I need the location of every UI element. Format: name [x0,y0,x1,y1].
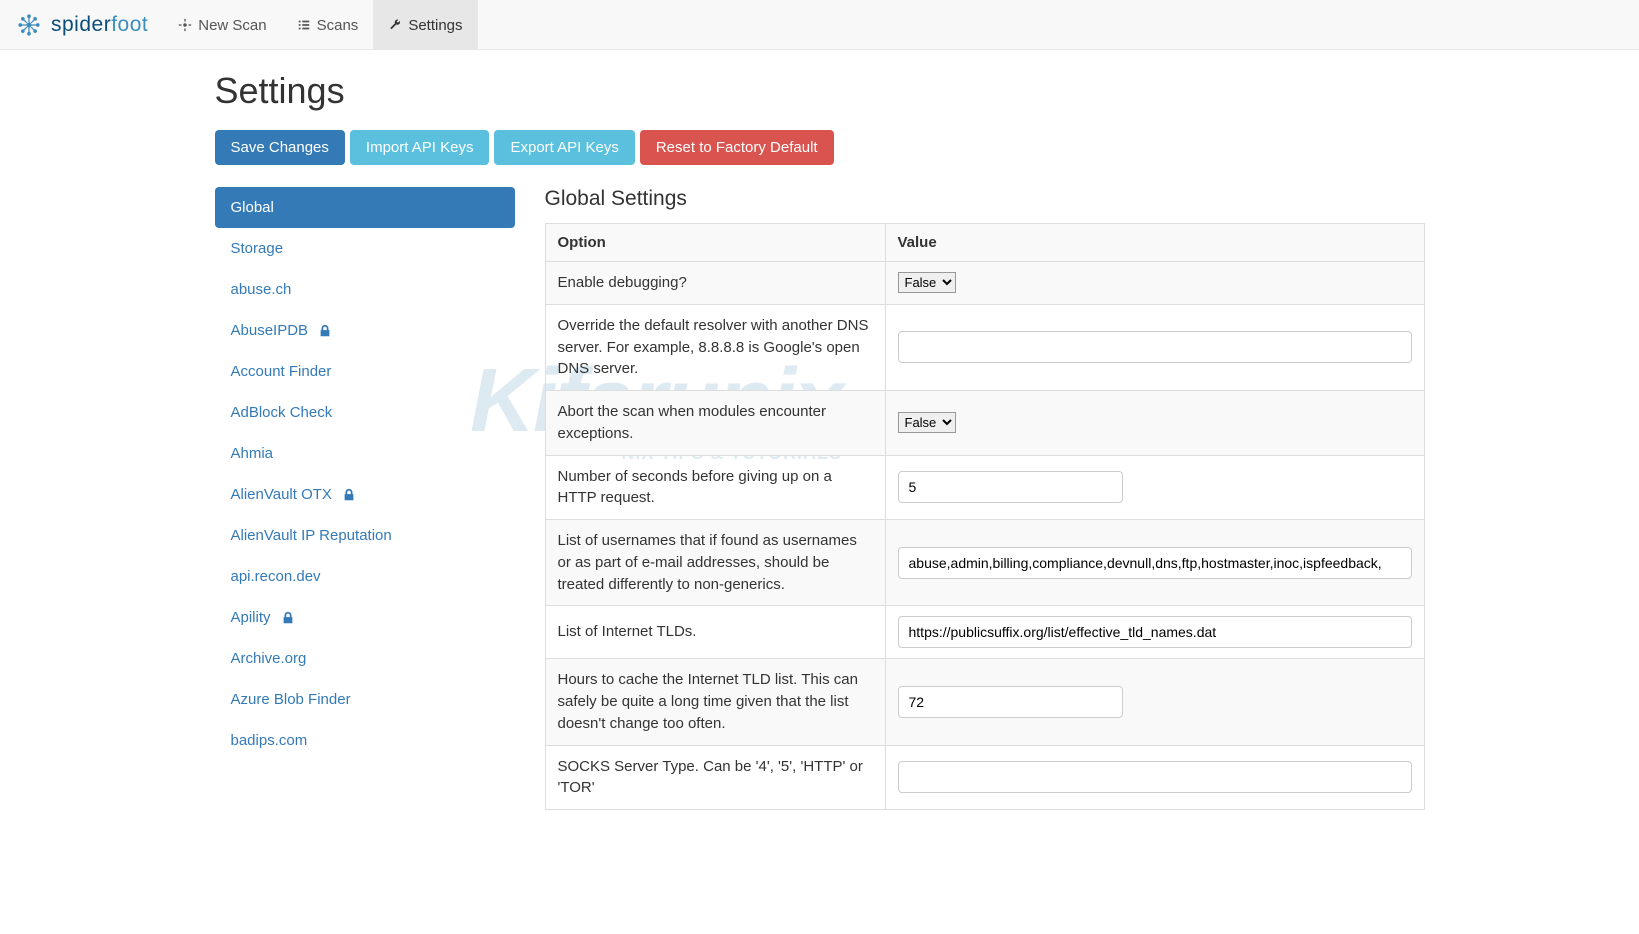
option-header: Option [545,224,885,262]
table-row: Override the default resolver with anoth… [545,304,1424,390]
sidebar-item-archive-org[interactable]: Archive.org [215,638,515,679]
option-cell: Hours to cache the Internet TLD list. Th… [545,659,885,745]
brand-logo-icon [15,11,43,39]
table-row: List of Internet TLDs. [545,606,1424,659]
setting-select[interactable]: FalseTrue [898,272,956,293]
setting-input[interactable] [898,616,1412,648]
option-cell: SOCKS Server Type. Can be '4', '5', 'HTT… [545,745,885,810]
sidebar-item-label: Account Finder [231,363,332,380]
sidebar-item-alienvault-otx[interactable]: AlienVault OTX [215,474,515,515]
table-row: Abort the scan when modules encounter ex… [545,391,1424,456]
settings-table: Option Value Enable debugging? FalseTrue O… [545,223,1425,810]
sidebar-item-storage[interactable]: Storage [215,228,515,269]
value-header: Value [885,224,1424,262]
wrench-icon [388,18,402,32]
list-icon [297,18,311,32]
option-cell: Override the default resolver with anoth… [545,304,885,390]
sidebar-item-label: AlienVault OTX [231,486,332,503]
sidebar-item-adblock-check[interactable]: AdBlock Check [215,392,515,433]
lock-icon [318,324,332,338]
sidebar-item-alienvault-ip-reputation[interactable]: AlienVault IP Reputation [215,515,515,556]
sidebar-item-account-finder[interactable]: Account Finder [215,351,515,392]
value-cell [885,520,1424,606]
option-cell: Number of seconds before giving up on a … [545,455,885,520]
section-title: Global Settings [545,187,1425,211]
save-button[interactable]: Save Changes [215,130,345,165]
sidebar-item-abuse-ch[interactable]: abuse.ch [215,269,515,310]
sidebar-item-ahmia[interactable]: Ahmia [215,433,515,474]
setting-input[interactable] [898,686,1123,718]
setting-input[interactable] [898,331,1412,363]
setting-input[interactable] [898,547,1412,579]
sidebar-item-label: Azure Blob Finder [231,691,351,708]
value-cell [885,745,1424,810]
option-cell: Enable debugging? [545,262,885,305]
reset-factory-button[interactable]: Reset to Factory Default [640,130,834,165]
import-api-keys-button[interactable]: Import API Keys [350,130,490,165]
export-api-keys-button[interactable]: Export API Keys [494,130,634,165]
sidebar-item-label: AbuseIPDB [231,322,309,339]
value-cell [885,606,1424,659]
table-row: List of usernames that if found as usern… [545,520,1424,606]
brand-text: spiderfoot [51,13,148,37]
sidebar-item-azure-blob-finder[interactable]: Azure Blob Finder [215,679,515,720]
lock-icon [342,488,356,502]
sidebar-item-label: Ahmia [231,445,274,462]
sidebar-item-badips-com[interactable]: badips.com [215,720,515,761]
value-cell [885,455,1424,520]
nav-items: New Scan Scans Settings [163,0,477,49]
table-row: Enable debugging? FalseTrue [545,262,1424,305]
sidebar-item-abuseipdb[interactable]: AbuseIPDB [215,310,515,351]
sidebar-item-global[interactable]: Global [215,187,515,228]
sidebar-item-apility[interactable]: Apility [215,597,515,638]
value-cell: FalseTrue [885,391,1424,456]
sidebar-item-label: Storage [231,240,284,257]
nav-new-scan-label: New Scan [198,17,266,34]
option-cell: Abort the scan when modules encounter ex… [545,391,885,456]
table-row: Hours to cache the Internet TLD list. Th… [545,659,1424,745]
sidebar-item-label: badips.com [231,732,308,749]
nav-scans-label: Scans [317,17,359,34]
nav-new-scan[interactable]: New Scan [163,0,281,50]
sidebar-item-label: Global [231,199,274,216]
sidebar-item-label: Archive.org [231,650,307,667]
setting-input[interactable] [898,471,1123,503]
nav-scans[interactable]: Scans [282,0,374,50]
button-row: Save Changes Import API Keys Export API … [215,130,1425,165]
target-icon [178,18,192,32]
navbar: spiderfoot New Scan Scans Settings [0,0,1639,50]
settings-main: Global Settings Option Value Enable debu… [545,187,1425,810]
nav-settings-label: Settings [408,17,462,34]
value-cell [885,304,1424,390]
value-cell [885,659,1424,745]
table-row: Number of seconds before giving up on a … [545,455,1424,520]
setting-input[interactable] [898,761,1412,793]
sidebar-item-api-recon-dev[interactable]: api.recon.dev [215,556,515,597]
sidebar-item-label: api.recon.dev [231,568,321,585]
lock-icon [281,611,295,625]
sidebar-item-label: Apility [231,609,271,626]
brand[interactable]: spiderfoot [15,11,163,39]
sidebar-item-label: AdBlock Check [231,404,333,421]
nav-settings[interactable]: Settings [373,0,477,50]
settings-sidebar: Global Storage abuse.ch AbuseIPDB Account Fi… [215,187,515,810]
option-cell: List of usernames that if found as usern… [545,520,885,606]
setting-select[interactable]: FalseTrue [898,412,956,433]
sidebar-item-label: abuse.ch [231,281,292,298]
value-cell: FalseTrue [885,262,1424,305]
option-cell: List of Internet TLDs. [545,606,885,659]
table-row: SOCKS Server Type. Can be '4', '5', 'HTT… [545,745,1424,810]
sidebar-item-label: AlienVault IP Reputation [231,527,392,544]
page-title: Settings [215,70,1425,112]
